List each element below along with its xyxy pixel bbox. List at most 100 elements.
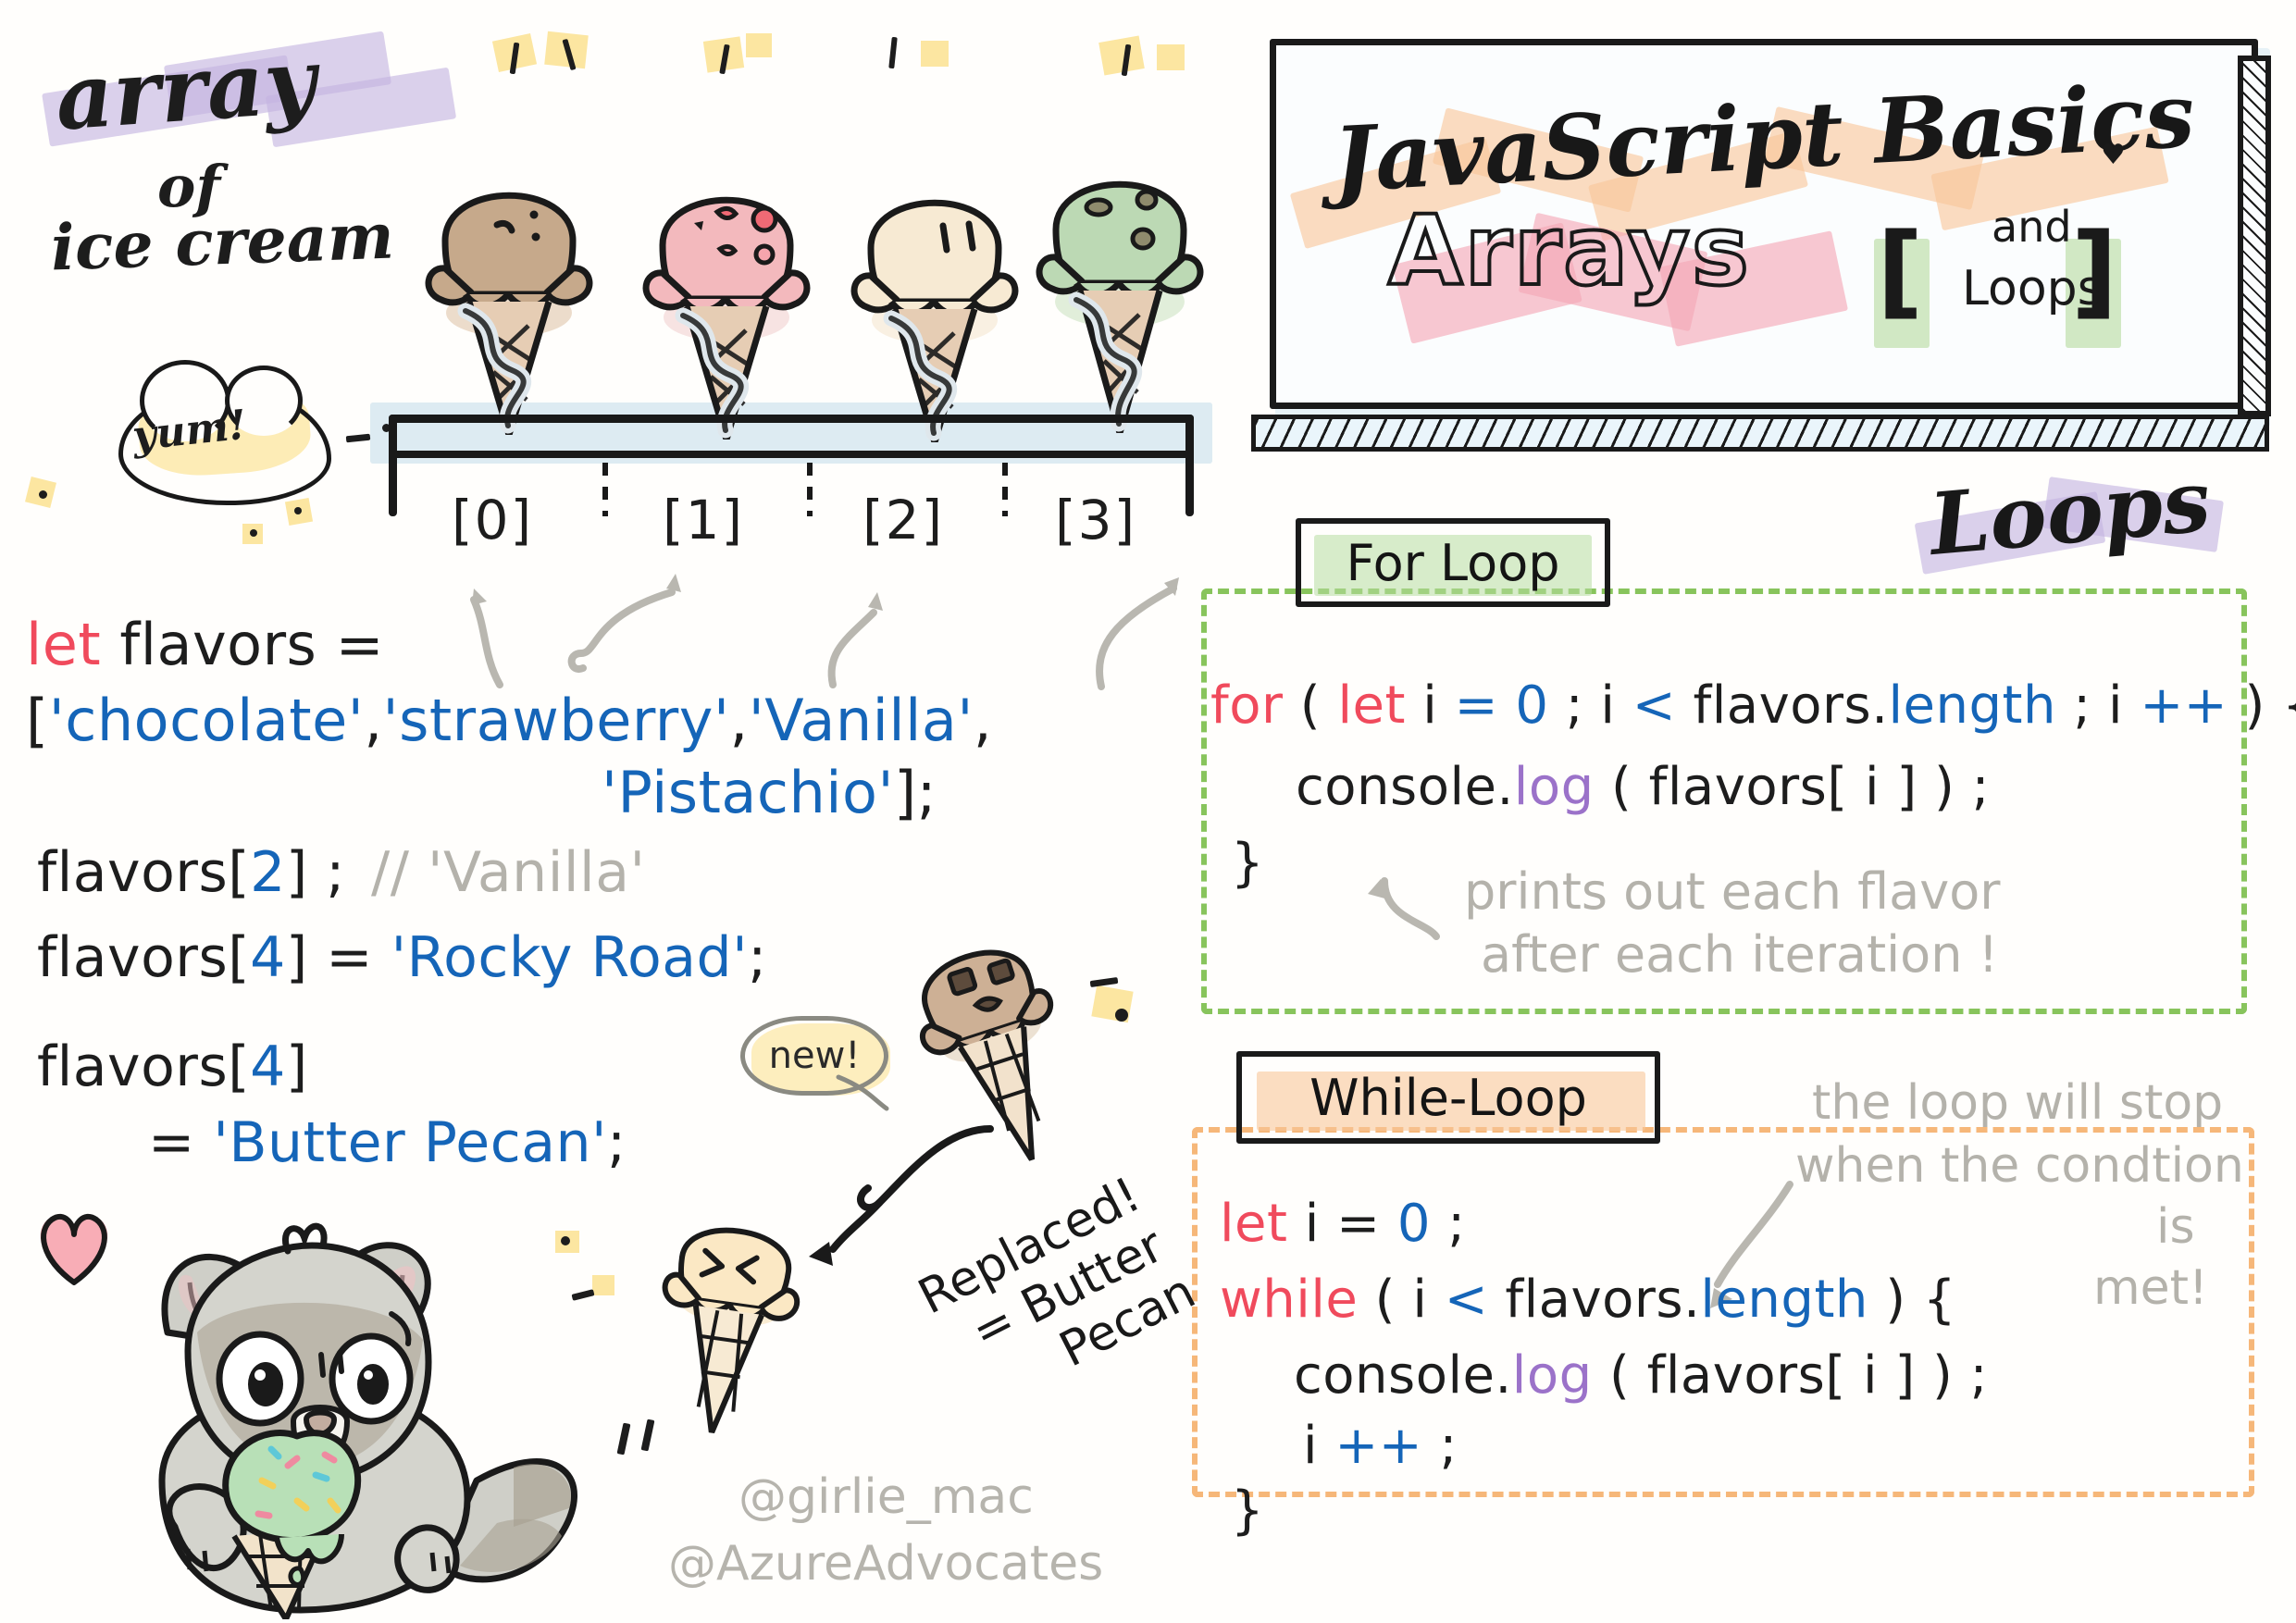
method-log: log bbox=[1511, 1345, 1593, 1406]
banner-loops-label: Loops bbox=[1962, 261, 2103, 316]
op-less-than: < bbox=[1632, 675, 1677, 736]
page-title-ice-cream: ice cream bbox=[49, 199, 395, 286]
var-i: i bbox=[1405, 675, 1455, 736]
sep2: ; i bbox=[2056, 675, 2141, 736]
banner-and-label: and bbox=[1992, 202, 2072, 252]
bracket-open-icon: [ bbox=[1877, 211, 1924, 329]
array-index-1: [1] bbox=[663, 489, 745, 551]
console-ref: console. bbox=[1294, 1345, 1512, 1406]
ice-cream-cone-2 bbox=[838, 137, 1032, 446]
brace-close: } bbox=[1231, 1481, 1265, 1541]
new-badge: new! bbox=[740, 1016, 888, 1096]
comma: , bbox=[729, 687, 749, 754]
expr-tail: ] ; bbox=[285, 840, 346, 905]
dot-doodle bbox=[250, 529, 257, 537]
new-badge-label: new! bbox=[768, 1035, 861, 1077]
dot-doodle bbox=[39, 490, 47, 499]
dot-doodle bbox=[1115, 1009, 1128, 1022]
while-loop-code-line-5: } bbox=[1231, 1481, 1264, 1541]
sparkle-stroke bbox=[888, 36, 898, 69]
sparkle bbox=[921, 41, 949, 67]
page-title-array: array bbox=[52, 28, 319, 151]
raccoon-mascot bbox=[79, 1203, 597, 1623]
ice-cream-cone-1 bbox=[629, 134, 824, 443]
for-loop-code-line-1: for ( let i = 0 ; i < flavors.length ; i… bbox=[1210, 675, 2296, 736]
sketchnote-canvas: array of ice cream yum! [0] [1] [2] [3] … bbox=[0, 0, 2296, 1622]
credit-handle-1: @girlie_mac bbox=[738, 1469, 1034, 1525]
ice-cream-cone-0 bbox=[412, 130, 606, 439]
while-loop-label-box: While-Loop bbox=[1236, 1051, 1660, 1144]
expr-flavors-open: flavors[ bbox=[37, 840, 251, 905]
banner-side-panel bbox=[2238, 56, 2271, 416]
array-index-2: [2] bbox=[863, 489, 945, 551]
string-butter-pecan: 'Butter Pecan' bbox=[213, 1110, 607, 1175]
value-zero: 0 bbox=[1396, 1194, 1431, 1254]
code-array-literal-line1: ['chocolate','strawberry','Vanilla', bbox=[26, 687, 992, 754]
code-flavors-index-4b: flavors[4] bbox=[37, 1035, 308, 1099]
string-strawberry: 'strawberry' bbox=[382, 687, 730, 754]
array-index-0: [0] bbox=[452, 489, 534, 551]
semicolon: ; bbox=[1422, 1416, 1458, 1476]
dot-doodle bbox=[345, 433, 371, 443]
log-args: ( flavors[ i ] ) ; bbox=[1594, 757, 1990, 817]
banner-base-shelf bbox=[1251, 415, 2269, 452]
array-index-3: [3] bbox=[1055, 489, 1137, 551]
prop-length: length bbox=[1700, 1270, 1868, 1330]
credit-handle-2: @AzureAdvocates bbox=[668, 1536, 1104, 1592]
log-args: ( flavors[ i ] ) ; bbox=[1592, 1345, 1988, 1406]
code-flavors-index-2: flavors[2] ; // 'Vanilla' bbox=[37, 840, 645, 905]
code-flavors-index-4-rocky: flavors[4] = 'Rocky Road'; bbox=[37, 925, 767, 990]
keyword-let: let bbox=[26, 611, 102, 678]
sparkle bbox=[1157, 44, 1185, 70]
while-annotation-line-1: the loop will stop bbox=[1812, 1075, 2224, 1131]
code-flavors-assign: flavors = bbox=[101, 611, 385, 678]
while-loop-label: While-Loop bbox=[1309, 1068, 1587, 1127]
console-ref: console. bbox=[1296, 757, 1514, 817]
code-array-literal-line2: 'Pistachio']; bbox=[602, 759, 937, 826]
array-shelf-left-bracket bbox=[389, 415, 397, 516]
while-loop-code-line-1: let i = 0 ; bbox=[1220, 1194, 1466, 1254]
for-loop-code-line-3: } bbox=[1231, 833, 1264, 893]
banner-arrays-title: Arrays bbox=[1386, 192, 1751, 309]
string-vanilla: 'Vanilla' bbox=[748, 687, 974, 754]
array-shelf-bottom bbox=[391, 451, 1194, 458]
method-log: log bbox=[1513, 757, 1595, 817]
expr-tail: ] = bbox=[285, 925, 391, 990]
flavors-ref: flavors. bbox=[1488, 1270, 1701, 1330]
index-value-4: 4 bbox=[250, 925, 286, 990]
init-zero: = 0 bbox=[1454, 675, 1549, 736]
string-pistachio: 'Pistachio' bbox=[602, 759, 894, 826]
paren-open: ( bbox=[1283, 675, 1338, 736]
var-i-assign: i = bbox=[1287, 1194, 1397, 1254]
comment-vanilla: // 'Vanilla' bbox=[371, 840, 646, 905]
brace-close: } bbox=[1231, 833, 1265, 893]
op-increment: ++ bbox=[1334, 1416, 1423, 1476]
prop-length: length bbox=[1888, 675, 2056, 736]
sep: ; i bbox=[1548, 675, 1632, 736]
string-rocky-road: 'Rocky Road' bbox=[391, 925, 749, 990]
motion-mark bbox=[616, 1422, 631, 1456]
index-pointer-arrows bbox=[470, 574, 1179, 690]
array-shelf-top bbox=[389, 415, 1194, 423]
while-loop-code-line-2: while ( i < flavors.length ) { bbox=[1220, 1270, 1956, 1330]
dot-doodle bbox=[561, 1236, 570, 1245]
kw-let: let bbox=[1337, 675, 1406, 736]
expr-flavors-open: flavors[ bbox=[37, 925, 251, 990]
ice-cream-cone-3 bbox=[1023, 118, 1217, 437]
index-value-2: 2 bbox=[250, 840, 286, 905]
kw-while: while bbox=[1220, 1270, 1359, 1330]
semicolon: ; bbox=[606, 1110, 627, 1175]
kw-let: let bbox=[1220, 1194, 1288, 1254]
dot-doodle bbox=[294, 507, 302, 514]
paren-open-i: ( i bbox=[1358, 1270, 1445, 1330]
expr-flavors-open: flavors[ bbox=[37, 1035, 251, 1099]
shelf-divider-tick bbox=[1002, 463, 1008, 516]
for-loop-code-line-2: console.log ( flavors[ i ] ) ; bbox=[1296, 757, 1990, 817]
comma: , bbox=[973, 687, 993, 754]
flavors-ref: flavors. bbox=[1676, 675, 1889, 736]
butter-pecan-cone bbox=[632, 1193, 825, 1448]
op-increment: ++ bbox=[2140, 675, 2228, 736]
array-shelf-right-bracket bbox=[1185, 415, 1194, 516]
bracket-open: [ bbox=[26, 687, 49, 754]
shelf-divider-tick bbox=[602, 463, 608, 516]
